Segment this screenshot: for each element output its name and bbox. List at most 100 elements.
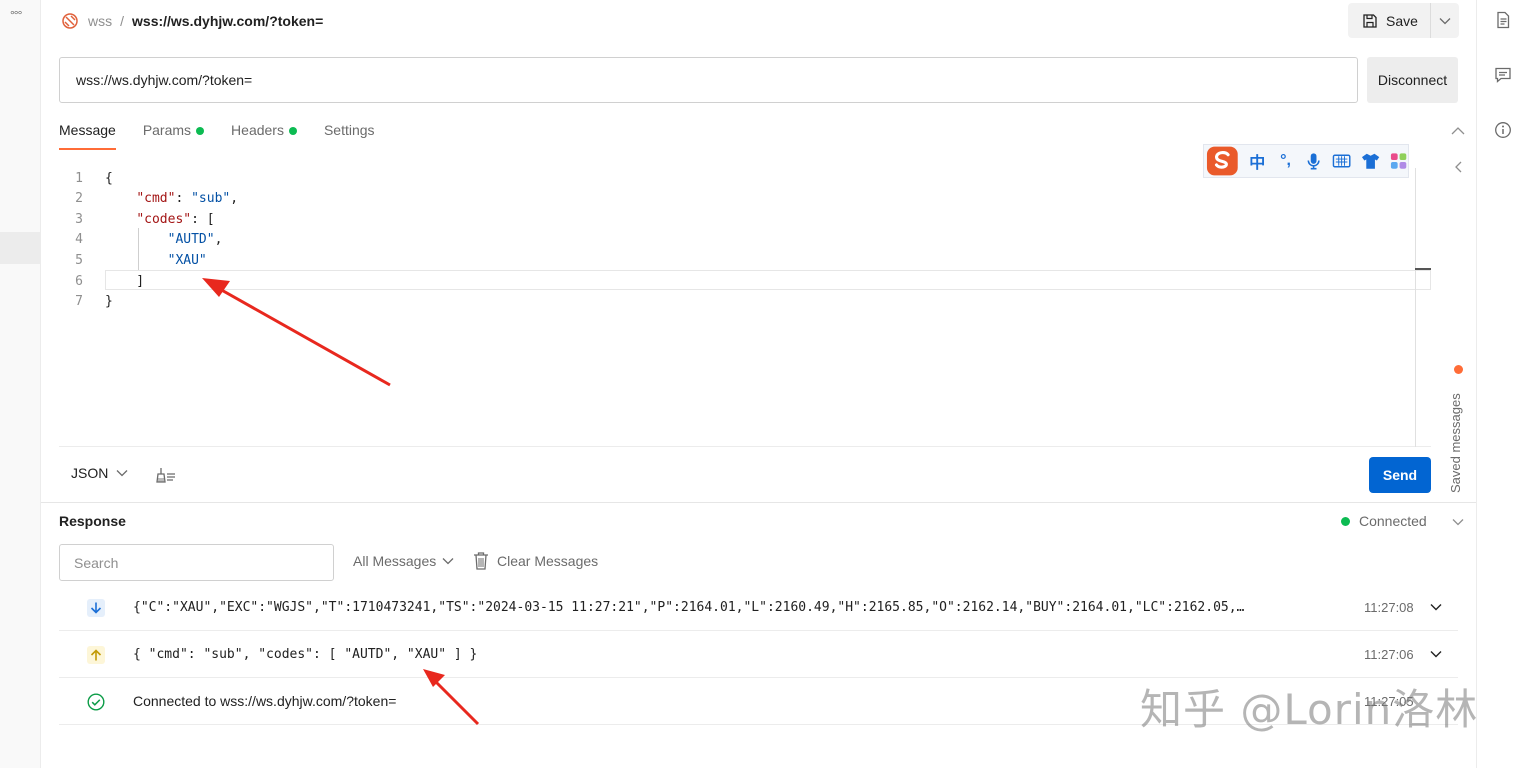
json-punctuation-token: [105, 232, 168, 247]
message-search-input[interactable]: Search: [59, 544, 334, 581]
params-status-dot: [196, 127, 205, 135]
message-editor[interactable]: 1{2 "cmd": "sub", 3 "codes": [4 "AUTD", 5 …: [59, 160, 1431, 447]
json-punctuation-token: [105, 191, 136, 206]
request-title[interactable]: wss://ws.dyhjw.com/?token=: [132, 13, 323, 29]
microphone-icon[interactable]: [1304, 151, 1323, 171]
left-sidebar-rail: °°°: [0, 0, 41, 768]
message-filter-select[interactable]: All Messages: [353, 553, 454, 569]
trash-icon: [474, 552, 488, 570]
response-title: Response: [59, 513, 126, 529]
json-string-token: "AUTD": [167, 232, 215, 248]
message-time: 11:27:06: [1364, 646, 1414, 662]
tab-headers[interactable]: Headers: [231, 120, 297, 150]
expand-message-icon[interactable]: [1429, 648, 1443, 660]
save-label: Save: [1386, 12, 1418, 29]
toolbox-apps-icon[interactable]: [1389, 151, 1408, 171]
ime-punctuation-mode[interactable]: °,: [1276, 152, 1295, 170]
json-punctuation-token: ]: [105, 273, 145, 289]
headers-status-dot: [288, 127, 297, 135]
code-line[interactable]: 3 "codes": [: [59, 209, 214, 229]
line-number: 5: [75, 252, 83, 268]
code-line[interactable]: 4 "AUTD",: [59, 230, 222, 250]
clear-messages-label: Clear Messages: [497, 553, 599, 569]
expand-message-icon[interactable]: [1429, 601, 1443, 613]
send-button[interactable]: Send: [1369, 457, 1431, 493]
breadcrumb-separator: /: [120, 13, 125, 29]
message-row-incoming[interactable]: {"C":"XAU","EXC":"WGJS","T":1710473241,"…: [59, 584, 1458, 631]
sogou-logo-icon[interactable]: [1206, 145, 1239, 177]
watermark-text: 知乎 @Lorin洛林: [1140, 685, 1479, 734]
websocket-request-icon: [62, 13, 78, 29]
tab-settings[interactable]: Settings: [324, 120, 375, 150]
line-number: 4: [75, 232, 83, 248]
saved-messages-label: Saved messages: [1448, 393, 1463, 493]
line-number: 2: [75, 191, 83, 207]
url-input[interactable]: wss://ws.dyhjw.com/?token=: [59, 57, 1358, 103]
message-text: {"C":"XAU","EXC":"WGJS","T":1710473241,"…: [133, 599, 1245, 615]
message-row-outgoing[interactable]: { "cmd": "sub", "codes": [ "AUTD", "XAU"…: [59, 631, 1458, 678]
incoming-arrow-icon: [87, 599, 105, 617]
save-options-dropdown[interactable]: [1431, 3, 1459, 38]
line-number: 7: [75, 294, 83, 310]
keyboard-icon[interactable]: [1332, 151, 1351, 171]
documentation-icon[interactable]: [1494, 11, 1512, 29]
disconnect-button[interactable]: Disconnect: [1367, 57, 1458, 103]
save-button[interactable]: Save: [1348, 3, 1431, 38]
json-punctuation-token: :: [175, 191, 192, 207]
json-punctuation-token: [105, 212, 136, 227]
check-circle-icon: [87, 693, 105, 711]
code-line[interactable]: 6 ]: [59, 271, 144, 291]
comments-icon[interactable]: [1494, 66, 1512, 84]
outgoing-arrow-icon: [87, 646, 105, 664]
ime-toolbar[interactable]: 中 °,: [1203, 144, 1409, 178]
skin-shirt-icon[interactable]: [1361, 151, 1380, 171]
json-punctuation-token: {: [105, 170, 113, 186]
right-context-rail: [1476, 0, 1526, 768]
code-line[interactable]: 1{: [59, 168, 113, 188]
rail-active-item[interactable]: [0, 232, 41, 264]
editor-scrollbar[interactable]: [1415, 168, 1416, 447]
more-options-icon[interactable]: °°°: [10, 8, 22, 22]
json-string-token: "sub": [191, 191, 231, 207]
json-key-token: "cmd": [136, 191, 176, 207]
chevron-down-icon: [116, 470, 128, 477]
expand-saved-messages-icon[interactable]: [1452, 160, 1466, 174]
format-select[interactable]: JSON: [71, 465, 128, 481]
connected-status-dot: [1341, 516, 1350, 526]
section-divider: [41, 502, 1476, 503]
save-button-group: Save: [1348, 3, 1459, 38]
save-icon: [1363, 13, 1377, 28]
message-time: 11:27:08: [1364, 599, 1414, 615]
ime-chinese-mode[interactable]: 中: [1248, 149, 1267, 173]
line-number: 6: [75, 273, 83, 289]
json-key-token: "codes": [136, 211, 192, 227]
collapse-response-icon[interactable]: [1451, 516, 1465, 528]
tab-params[interactable]: Params: [143, 120, 205, 150]
info-icon[interactable]: [1494, 121, 1512, 139]
json-string-token: "XAU": [167, 252, 207, 268]
saved-messages-indicator-dot: [1454, 365, 1463, 374]
code-line[interactable]: 5 "XAU": [59, 250, 207, 270]
line-number: 3: [75, 211, 83, 227]
format-select-value: JSON: [71, 465, 109, 481]
code-line[interactable]: 7}: [59, 292, 113, 312]
filter-select-value: All Messages: [353, 553, 437, 569]
saved-messages-panel-toggle[interactable]: Saved messages: [1448, 365, 1470, 495]
connection-status: Connected: [1341, 513, 1427, 529]
chevron-down-icon: [1439, 17, 1451, 24]
message-text: { "cmd": "sub", "codes": [ "AUTD", "XAU"…: [133, 646, 478, 662]
message-text: Connected to wss://ws.dyhjw.com/?token=: [133, 693, 397, 709]
clear-messages-button[interactable]: Clear Messages: [473, 551, 598, 571]
json-punctuation-token: [105, 253, 168, 268]
collapse-editor-icon[interactable]: [1450, 124, 1466, 138]
request-header: wss / wss://ws.dyhjw.com/?token=: [60, 8, 323, 34]
code-line[interactable]: 2 "cmd": "sub",: [59, 189, 238, 209]
request-tabs: Message Params Headers Settings: [59, 120, 375, 150]
line-number: 1: [75, 170, 83, 186]
breadcrumb-parent[interactable]: wss: [88, 13, 112, 29]
json-punctuation-token: ,: [230, 191, 239, 207]
beautify-icon[interactable]: [155, 465, 177, 485]
tab-message[interactable]: Message: [59, 120, 116, 150]
json-punctuation-token: ,: [214, 232, 223, 248]
scrollbar-position-marker: [1415, 268, 1431, 270]
